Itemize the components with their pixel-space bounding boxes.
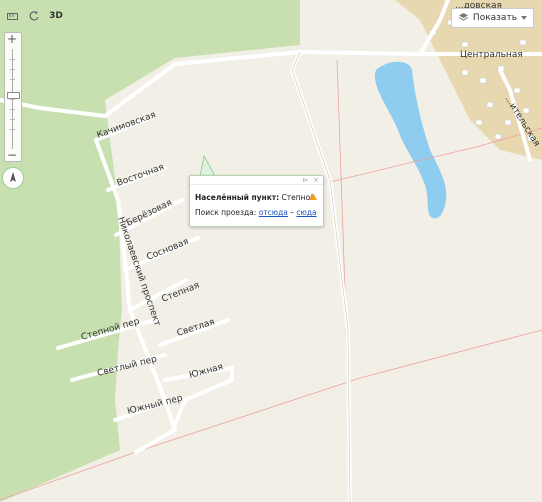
zoom-thumb[interactable] xyxy=(7,91,20,99)
balloon-settlement-row: Населённый пункт: Степной xyxy=(195,193,315,202)
zoom-tick xyxy=(10,119,15,120)
zoom-tick xyxy=(10,99,15,100)
map-canvas[interactable]: Качимовская Восточная Берёзовая Сосновая… xyxy=(0,0,542,502)
balloon-header: ⊳ × xyxy=(190,176,323,185)
zoom-tick xyxy=(10,129,15,130)
chevron-down-icon xyxy=(521,13,527,23)
route-from-link[interactable]: отсюда xyxy=(259,208,288,217)
settlement-label: Населённый пункт: xyxy=(195,193,280,202)
layers-icon xyxy=(458,12,469,25)
zoom-control: + − xyxy=(4,32,22,162)
route-dash: – xyxy=(290,208,295,217)
label-tsentralnaya: Центральная xyxy=(460,50,523,60)
zoom-tick xyxy=(10,59,15,60)
3d-button[interactable]: 3D xyxy=(48,8,64,24)
settlement-balloon: ⊳ × Населённый пункт: Степной Поиск прое… xyxy=(189,175,324,227)
close-icon[interactable]: × xyxy=(313,176,319,184)
show-layers-button[interactable]: Показать xyxy=(450,8,534,28)
show-label: Показать xyxy=(472,13,517,23)
compass-icon[interactable] xyxy=(2,167,24,189)
zoom-tick xyxy=(10,79,15,80)
route-to-link[interactable]: сюда xyxy=(296,208,316,217)
map-toolbar-left: 3D xyxy=(4,8,64,24)
zoom-tick xyxy=(10,109,15,110)
route-label: Поиск проезда: xyxy=(195,208,257,217)
zoom-tick xyxy=(10,69,15,70)
balloon-route-row: Поиск проезда: отсюда – сюда xyxy=(195,208,317,217)
rotate-icon[interactable] xyxy=(26,8,42,24)
balloon-pin-icon[interactable]: ⊳ xyxy=(302,176,308,184)
zoom-in-button[interactable]: + xyxy=(5,33,19,45)
zoom-out-button[interactable]: − xyxy=(5,149,19,161)
warning-icon[interactable] xyxy=(309,193,317,200)
ruler-icon[interactable] xyxy=(4,8,20,24)
